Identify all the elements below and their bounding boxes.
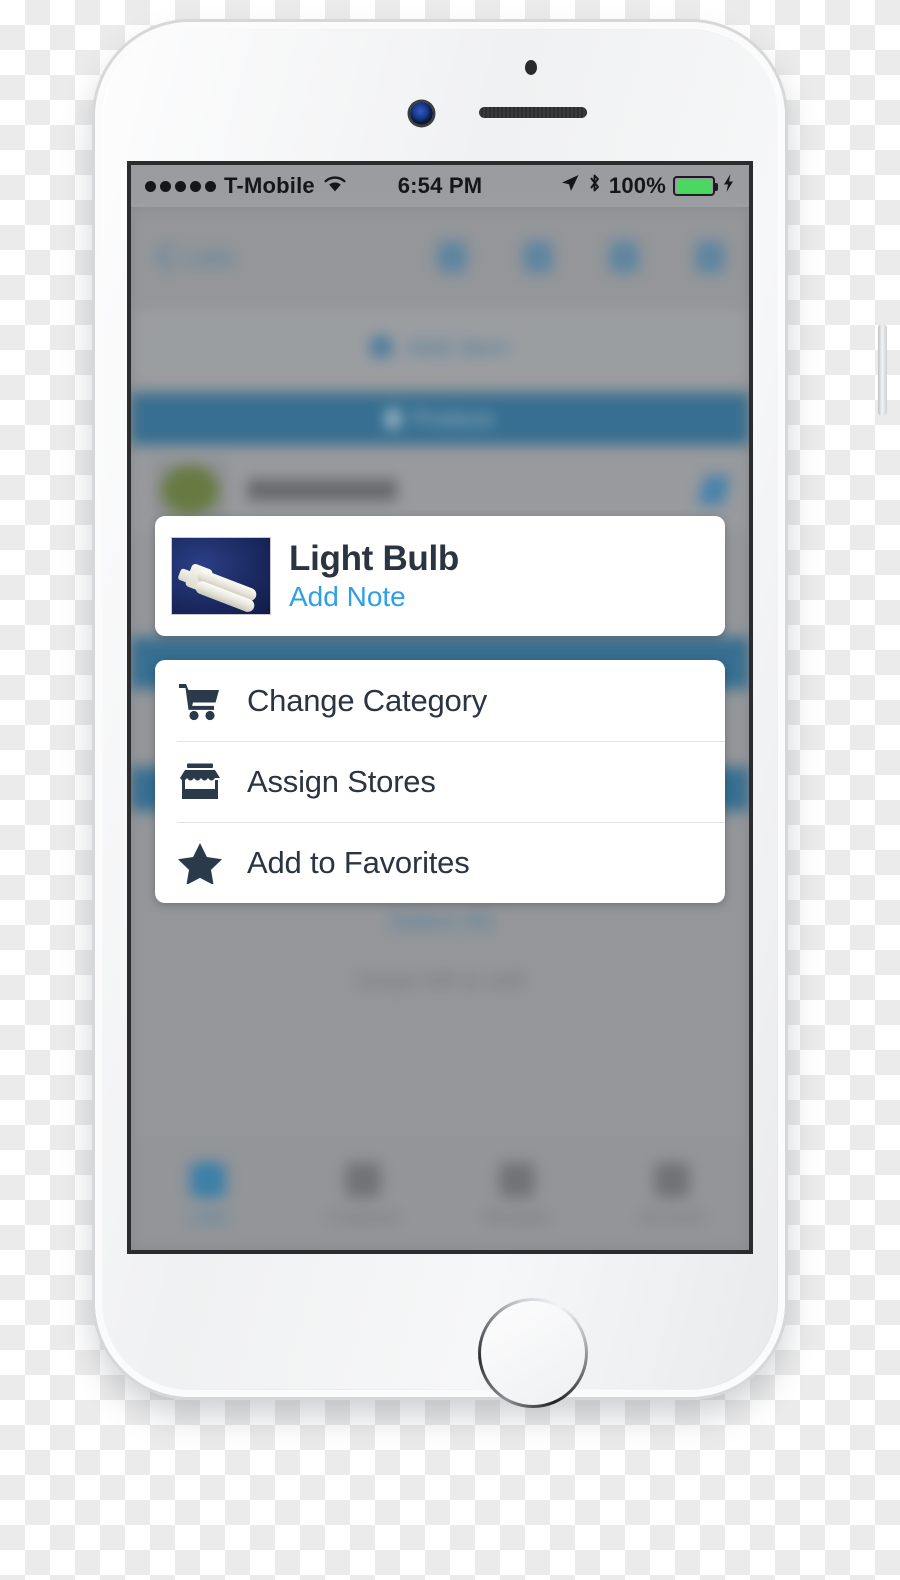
action-menu: Change Category Assign Stores Add to Fav… bbox=[155, 660, 725, 903]
item-title: Light Bulb bbox=[289, 539, 460, 578]
wifi-icon bbox=[323, 173, 347, 199]
shopping-cart-icon bbox=[177, 681, 223, 721]
light-bulb-thumbnail bbox=[171, 537, 271, 615]
status-bar: T-Mobile 6:54 PM 100% bbox=[131, 165, 749, 207]
menu-item-change-category[interactable]: Change Category bbox=[155, 660, 725, 741]
battery-cap bbox=[714, 183, 718, 191]
item-card-text: Light Bulb Add Note bbox=[289, 539, 459, 613]
home-button[interactable] bbox=[478, 1298, 588, 1408]
bluetooth-icon bbox=[587, 172, 602, 200]
signal-strength-icon bbox=[145, 180, 216, 192]
carrier-label: T-Mobile bbox=[224, 173, 315, 198]
star-icon bbox=[177, 842, 223, 884]
add-note-link[interactable]: Add Note bbox=[289, 581, 459, 613]
home-button-ring bbox=[478, 1298, 588, 1408]
status-bar-left: T-Mobile bbox=[145, 173, 347, 199]
power-button[interactable] bbox=[878, 324, 887, 416]
menu-item-label: Assign Stores bbox=[247, 764, 436, 799]
battery-icon bbox=[673, 176, 718, 196]
phone-screen: T-Mobile 6:54 PM 100% Lists Add Item Pro… bbox=[131, 165, 749, 1250]
battery-percent-label: 100% bbox=[608, 173, 666, 198]
status-bar-right: 100% bbox=[560, 172, 735, 200]
front-camera-icon bbox=[410, 102, 433, 125]
menu-item-label: Add to Favorites bbox=[247, 845, 470, 880]
location-arrow-icon bbox=[560, 173, 580, 199]
home-button-face bbox=[481, 1301, 585, 1405]
storefront-icon bbox=[177, 762, 223, 802]
menu-item-add-to-favorites[interactable]: Add to Favorites bbox=[155, 822, 725, 903]
menu-item-label: Change Category bbox=[247, 682, 487, 718]
battery-fill bbox=[676, 179, 712, 193]
menu-item-assign-stores[interactable]: Assign Stores bbox=[155, 741, 725, 822]
proximity-sensor-icon bbox=[525, 60, 537, 75]
item-card: Light Bulb Add Note bbox=[155, 516, 725, 636]
lightning-bolt-icon bbox=[722, 173, 735, 199]
earpiece-speaker-icon bbox=[479, 107, 587, 118]
